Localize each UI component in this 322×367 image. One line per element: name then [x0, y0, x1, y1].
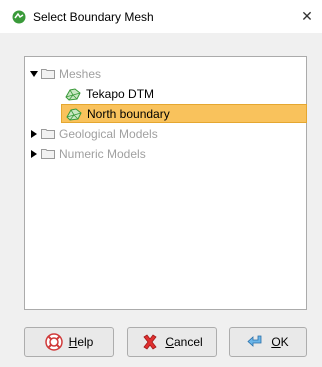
tree-item-numeric-models[interactable]: Numeric Models [30, 144, 146, 163]
enter-arrow-icon [247, 335, 262, 347]
close-button[interactable]: ✕ [292, 0, 322, 33]
help-icon [44, 333, 63, 351]
folder-icon [41, 129, 55, 139]
cancel-label: Cancel [165, 335, 203, 349]
mesh-icon [65, 87, 81, 101]
tree-item-label: Numeric Models [59, 146, 146, 161]
tree-item-label: Tekapo DTM [86, 86, 155, 101]
close-icon: ✕ [301, 8, 313, 24]
collapsed-arrow-icon[interactable] [30, 149, 38, 158]
tree-item-north-boundary[interactable]: North boundary [61, 104, 307, 123]
folder-icon [41, 149, 55, 159]
tree-item-label: Meshes [59, 66, 102, 81]
window-title: Select Boundary Mesh [33, 9, 154, 24]
cancel-button[interactable]: Cancel [127, 327, 217, 357]
help-button[interactable]: Help [24, 327, 114, 357]
ok-label: OK [271, 335, 289, 349]
tree-item-tekapo-dtm[interactable]: Tekapo DTM [65, 84, 154, 103]
title-bar: Select Boundary Mesh ✕ [0, 0, 322, 33]
tree-item-label: North boundary [87, 106, 170, 121]
app-icon [12, 10, 26, 23]
tree-item-meshes[interactable]: Meshes [30, 64, 101, 83]
folder-icon [41, 69, 55, 79]
mesh-tree[interactable]: Meshes Tekapo DTM North boundary Geologi… [24, 56, 307, 310]
tree-item-label: Geological Models [59, 126, 158, 141]
ok-button[interactable]: OK [229, 327, 307, 357]
mesh-icon [66, 107, 82, 121]
tree-item-geological-models[interactable]: Geological Models [30, 124, 158, 143]
expanded-arrow-icon[interactable] [30, 70, 38, 78]
help-label: Help [68, 335, 94, 349]
collapsed-arrow-icon[interactable] [30, 129, 38, 138]
cancel-icon [143, 334, 157, 350]
